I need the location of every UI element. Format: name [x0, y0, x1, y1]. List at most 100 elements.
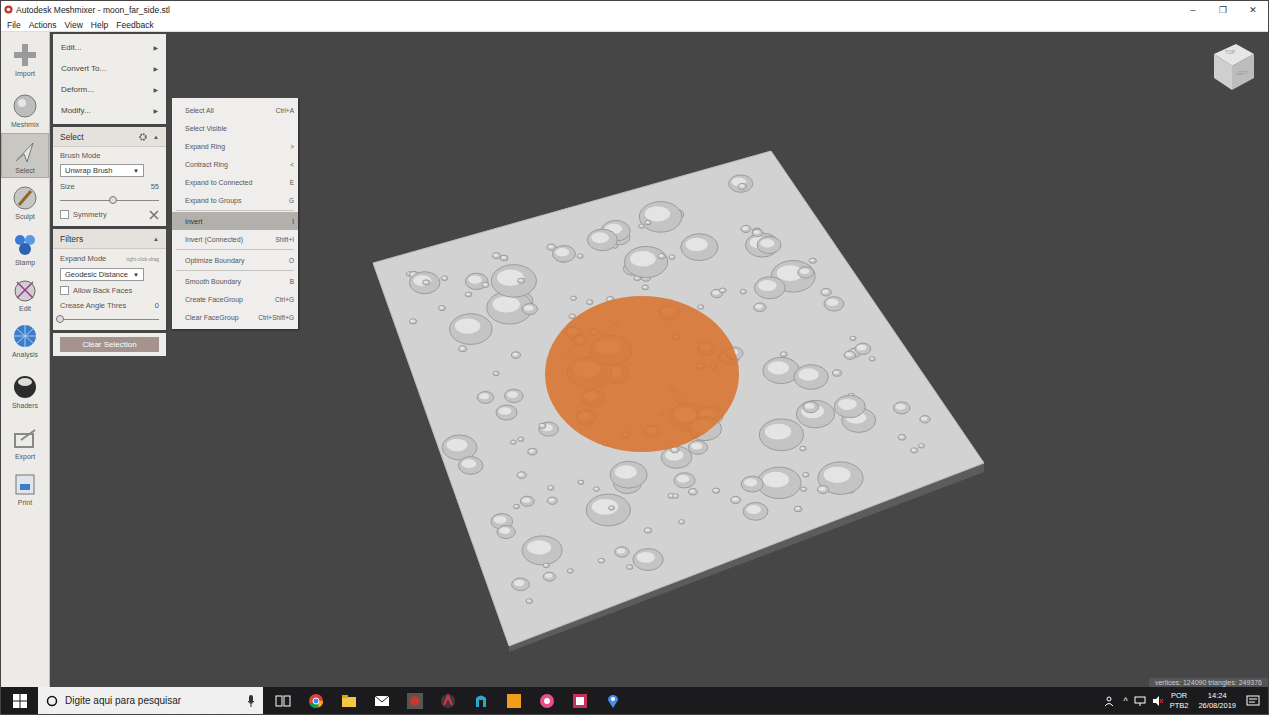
clock[interactable]: 14:2426/08/2019	[1198, 691, 1236, 710]
mail-icon[interactable]	[374, 695, 390, 707]
tool-label: Sculpt	[15, 213, 34, 220]
clear-section: Clear Selection	[53, 333, 166, 356]
tool-label: Analysis	[12, 351, 38, 358]
tool-2-icon	[11, 138, 39, 166]
submenu-item[interactable]: Clear FaceGroupCtrl+Shift+G	[172, 308, 298, 326]
section-header[interactable]: Filters▲	[53, 229, 166, 249]
chrome-icon[interactable]	[308, 693, 324, 709]
menu-item[interactable]: Actions	[29, 20, 57, 30]
tool-label: Export	[15, 453, 35, 460]
tray-chevron[interactable]: ^	[1123, 696, 1127, 706]
tool-button[interactable]: Stamp	[1, 225, 49, 270]
symmetry-checkbox[interactable]	[60, 210, 69, 219]
title-bar: Autodesk Meshmixer - moon_far_side.stl –❐…	[1, 1, 1268, 18]
people-icon[interactable]	[1105, 696, 1117, 706]
tool-button[interactable]: Export	[1, 419, 49, 464]
menu-item[interactable]: File	[7, 20, 21, 30]
tool-3-icon	[11, 184, 39, 212]
tool-0-icon	[11, 41, 39, 69]
input-language[interactable]: PORPTB2	[1170, 691, 1189, 710]
size-row: Size55	[60, 181, 159, 192]
window-control-button[interactable]: ❐	[1208, 5, 1238, 15]
app-icon[interactable]	[473, 693, 489, 709]
notifications-icon[interactable]	[1246, 694, 1260, 708]
tool-button[interactable]: Edit	[1, 271, 49, 316]
clear-selection-button[interactable]: Clear Selection	[60, 337, 159, 352]
submenu-item[interactable]: InvertI	[172, 212, 298, 230]
tool-button[interactable]: Analysis	[1, 317, 49, 362]
taskbar-apps	[275, 693, 621, 709]
tool-label: Shaders	[12, 402, 38, 409]
main-area: Import Meshmix Select Sculpt Stamp Edit Analys…	[1, 32, 1268, 687]
submenu-item[interactable]: Create FaceGroupCtrl+G	[172, 290, 298, 308]
cube-face-label: TOP	[1225, 49, 1235, 55]
menu-item[interactable]: View	[65, 20, 83, 30]
back-faces-checkbox[interactable]	[60, 286, 69, 295]
window-control-button[interactable]: ✕	[1238, 5, 1268, 15]
tool-6-icon	[11, 322, 39, 350]
brush-mode-label: Brush Mode	[60, 151, 159, 160]
cube-face-label: LEFT	[1236, 70, 1248, 76]
submenu-item[interactable]: Expand to GroupsG	[172, 191, 298, 209]
file-explorer-icon[interactable]	[341, 694, 357, 708]
section-header[interactable]: Select▲	[53, 127, 166, 147]
tool-button[interactable]: Select	[1, 133, 49, 178]
submenu-separator	[176, 210, 294, 211]
task-view-icon[interactable]	[275, 694, 291, 708]
system-tray: ^ PORPTB2 14:2426/08/2019	[1105, 691, 1268, 710]
menu-bar: File Actions View Help Feedback	[1, 18, 1268, 32]
submenu-item[interactable]: Select Visible	[172, 119, 298, 137]
tool-8-icon	[11, 424, 39, 452]
submenu-item[interactable]: Invert (Connected)Shift+I	[172, 230, 298, 248]
maps-icon[interactable]	[605, 693, 621, 709]
filters-section: Filters▲ Expand Moderight-click-drag Geode…	[53, 229, 166, 330]
menu-item[interactable]: Feedback	[116, 20, 153, 30]
size-slider[interactable]	[60, 196, 159, 205]
panel-menu-item[interactable]: Edit...▶	[53, 37, 166, 58]
tool-button[interactable]: Print	[1, 465, 49, 510]
window-title: Autodesk Meshmixer - moon_far_side.stl	[16, 5, 170, 15]
submenu-item[interactable]: Smooth BoundaryB	[172, 272, 298, 290]
tool-panel: Edit...▶Convert To...▶Deform...▶Modify..…	[53, 34, 166, 356]
panel-menu-item[interactable]: Deform...▶	[53, 79, 166, 100]
submenu-separator	[176, 249, 294, 250]
submenu-item[interactable]: Optimize BoundaryO	[172, 251, 298, 269]
modify-submenu: Select AllCtrl+ASelect VisibleExpand Rin…	[172, 98, 298, 329]
menu-item[interactable]: Help	[91, 20, 108, 30]
tool-label: Stamp	[15, 259, 35, 266]
panel-menu-item[interactable]: Convert To...▶	[53, 58, 166, 79]
volume-muted-icon[interactable]	[1152, 696, 1164, 706]
windows-start-icon[interactable]	[13, 694, 27, 708]
tool-button[interactable]: Sculpt	[1, 179, 49, 224]
tool-button[interactable]: Shaders	[1, 368, 49, 413]
crease-slider[interactable]	[60, 315, 159, 324]
meshmixer-app-icon[interactable]	[407, 693, 423, 709]
gear-icon[interactable]	[139, 133, 147, 141]
submenu-item[interactable]: Contract Ring<	[172, 155, 298, 173]
expand-mode-dropdown[interactable]: Geodesic Distance▼	[60, 268, 144, 281]
app-icon[interactable]	[572, 693, 588, 709]
tool-label: Select	[15, 167, 34, 174]
window-control-button[interactable]: –	[1178, 5, 1208, 15]
tool-button[interactable]: Meshmix	[1, 87, 49, 132]
tool-button[interactable]: Import	[1, 36, 49, 81]
symmetry-row: Symmetry	[60, 209, 159, 220]
app-icon[interactable]	[539, 693, 555, 709]
network-icon[interactable]	[1134, 696, 1146, 706]
expand-mode-row: Expand Moderight-click-drag	[60, 253, 159, 264]
viewport[interactable]: TOP LEFT Edit...▶Convert To...▶Deform...▶M…	[50, 32, 1268, 687]
tool-1-icon	[11, 92, 39, 120]
submenu-item[interactable]: Select AllCtrl+A	[172, 101, 298, 119]
brush-mode-dropdown[interactable]: Unwrap Brush▼	[60, 164, 144, 177]
submenu-item[interactable]: Expand to ConnectedE	[172, 173, 298, 191]
tool-label: Meshmix	[11, 121, 39, 128]
view-cube[interactable]: TOP LEFT	[1210, 40, 1256, 92]
app-icon[interactable]	[440, 693, 456, 709]
panel-menu-item[interactable]: Modify...▶	[53, 100, 166, 121]
taskbar-search[interactable]: Digite aqui para pesquisar	[38, 687, 263, 714]
microphone-icon[interactable]	[247, 695, 255, 707]
tool-9-icon	[11, 470, 39, 498]
app-icon[interactable]	[506, 693, 522, 709]
symmetry-tools-icon[interactable]	[149, 210, 159, 220]
submenu-item[interactable]: Expand Ring>	[172, 137, 298, 155]
